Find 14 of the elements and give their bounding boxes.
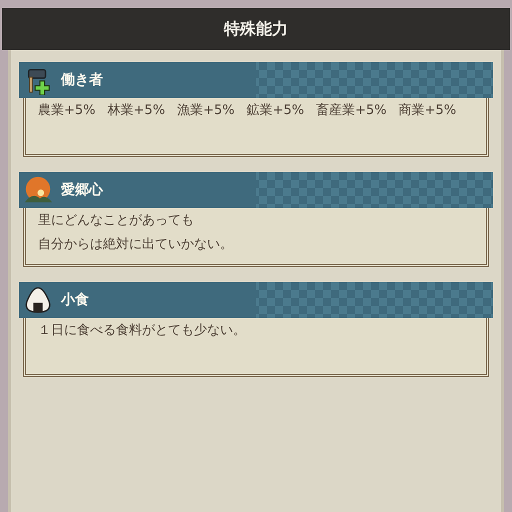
bonus-text: 林業+5% bbox=[108, 102, 166, 120]
bonus-text: 農業+5% bbox=[38, 102, 96, 120]
description-line: 里にどんなことがあっても bbox=[38, 212, 195, 230]
ability-name: 働き者 bbox=[61, 71, 103, 89]
sunset-icon bbox=[23, 175, 53, 205]
ability-name: 小食 bbox=[61, 291, 89, 309]
bonus-text: 鉱業+5% bbox=[246, 102, 304, 120]
bonus-text: 商業+5% bbox=[398, 102, 456, 120]
ability-name: 愛郷心 bbox=[61, 181, 103, 199]
bonus-text: 畜産業+5% bbox=[316, 102, 387, 120]
bonus-text: 漁業+5% bbox=[177, 102, 235, 120]
dialog-title: 特殊能力 bbox=[224, 18, 288, 40]
description-line: 自分からは絶対に出ていかない。 bbox=[38, 236, 234, 254]
description-line: １日に食べる食料がとても少ない。 bbox=[38, 322, 247, 340]
